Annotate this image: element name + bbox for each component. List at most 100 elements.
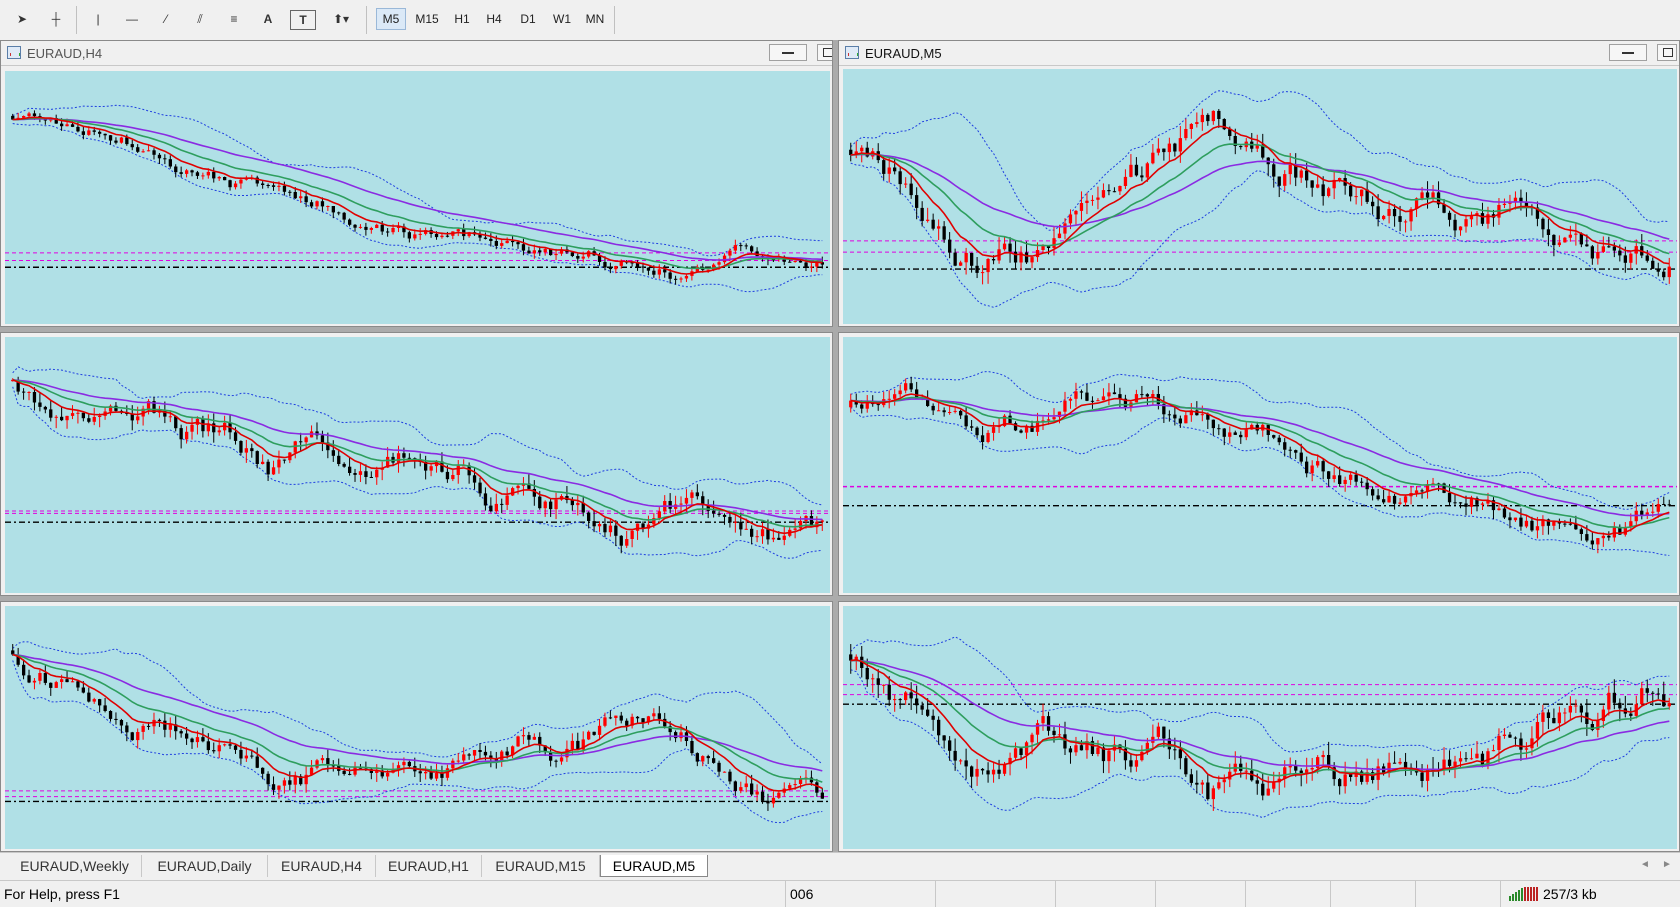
- timeframe-mn-button[interactable]: MN: [580, 8, 610, 30]
- price-chart-middle-right[interactable]: [843, 337, 1677, 593]
- candle-body: [1074, 391, 1078, 399]
- horizontal-line-icon[interactable]: —: [120, 7, 144, 31]
- chart-window-top-right[interactable]: EURAUD,M5: [838, 40, 1680, 327]
- candle-body: [1651, 511, 1655, 513]
- crosshair-icon[interactable]: ┼: [44, 7, 68, 31]
- candle-body: [1667, 504, 1671, 506]
- chart-window-bottom-right[interactable]: [838, 601, 1680, 852]
- candle-body: [679, 732, 683, 739]
- moving-average-fast[interactable]: [850, 125, 1670, 265]
- timeframe-m5-button[interactable]: M5: [376, 8, 406, 30]
- candle-body: [1601, 535, 1605, 539]
- timeframe-m15-button[interactable]: M15: [410, 8, 444, 30]
- cursor-arrow-icon[interactable]: ➤: [10, 7, 34, 31]
- candle-body: [701, 756, 705, 762]
- bollinger-upper-band[interactable]: [850, 90, 1670, 231]
- chart-window-bottom-left[interactable]: [0, 601, 833, 852]
- candle-body: [717, 513, 721, 515]
- bollinger-upper-band[interactable]: [12, 366, 823, 506]
- text-icon[interactable]: A: [256, 7, 280, 31]
- candle-body: [32, 113, 37, 117]
- arrows-dropdown-icon[interactable]: ⬆▾: [324, 7, 358, 31]
- tab-scroll-left-icon[interactable]: ◄: [1640, 859, 1650, 870]
- price-chart-bottom-left[interactable]: [5, 606, 830, 849]
- text-label-icon[interactable]: T: [290, 10, 316, 30]
- minimize-button[interactable]: [769, 44, 807, 61]
- moving-average-slow[interactable]: [850, 659, 1670, 771]
- candle-body: [1387, 495, 1391, 503]
- price-chart-middle-left[interactable]: [5, 337, 830, 593]
- candle-body: [1107, 392, 1111, 397]
- moving-average-mid[interactable]: [850, 659, 1670, 777]
- tab-euraud-daily[interactable]: EURAUD,Daily: [142, 855, 268, 877]
- moving-average-mid[interactable]: [850, 143, 1670, 255]
- candlestick-chart-svg[interactable]: [843, 606, 1677, 849]
- bollinger-lower-band[interactable]: [12, 123, 823, 293]
- bollinger-lower-band[interactable]: [12, 386, 823, 559]
- candle-body: [1107, 190, 1111, 192]
- candle-body: [614, 715, 618, 718]
- bollinger-upper-band[interactable]: [850, 370, 1670, 511]
- moving-average-fast[interactable]: [850, 658, 1670, 783]
- chart-levels: [843, 684, 1677, 705]
- candle-body: [635, 523, 640, 531]
- chart-window-top-left[interactable]: EURAUD,H4: [0, 40, 833, 327]
- candlestick-chart-svg[interactable]: [5, 71, 830, 324]
- candlestick-chart-svg[interactable]: [5, 337, 830, 593]
- candle-body: [223, 744, 227, 746]
- price-chart-top-right[interactable]: [843, 69, 1677, 324]
- tab-euraud-h1[interactable]: EURAUD,H1: [376, 855, 482, 877]
- timeframe-h4-button[interactable]: H4: [480, 8, 508, 30]
- minimize-button[interactable]: [1609, 44, 1647, 61]
- candle-body: [959, 760, 963, 762]
- timeframe-w1-button[interactable]: W1: [548, 8, 576, 30]
- chart-window-middle-right[interactable]: [838, 332, 1680, 596]
- timeframe-h1-button[interactable]: H1: [448, 8, 476, 30]
- candlestick-chart-svg[interactable]: [843, 69, 1677, 324]
- moving-average-fast[interactable]: [850, 393, 1670, 536]
- vertical-line-icon[interactable]: |: [86, 7, 110, 31]
- fibonacci-retracement-icon[interactable]: ≡: [222, 7, 246, 31]
- tab-euraud-m15[interactable]: EURAUD,M15: [482, 855, 600, 877]
- tab-scroll-right-icon[interactable]: ►: [1662, 859, 1672, 870]
- restore-button[interactable]: [1657, 44, 1677, 61]
- price-chart-bottom-right[interactable]: [843, 606, 1677, 849]
- moving-average-slow[interactable]: [850, 153, 1670, 240]
- price-chart-top-left[interactable]: [5, 71, 830, 324]
- moving-average-fast[interactable]: [12, 653, 823, 792]
- candle-body: [429, 466, 433, 471]
- tab-euraud-weekly[interactable]: EURAUD,Weekly: [8, 855, 142, 877]
- candle-body: [1343, 479, 1347, 484]
- window-titlebar[interactable]: EURAUD,H4: [1, 41, 832, 66]
- candle-body: [1156, 148, 1160, 153]
- restore-button[interactable]: [817, 44, 832, 61]
- bollinger-lower-band[interactable]: [850, 406, 1670, 556]
- moving-average-slow[interactable]: [12, 653, 823, 772]
- candle-body: [342, 212, 346, 220]
- window-titlebar[interactable]: EURAUD,M5: [839, 41, 1679, 66]
- candle-body: [467, 754, 471, 756]
- moving-average-fast[interactable]: [12, 379, 823, 535]
- moving-average-mid[interactable]: [12, 653, 823, 783]
- candle-body: [1447, 759, 1452, 766]
- candle-body: [904, 692, 908, 701]
- tab-euraud-h4[interactable]: EURAUD,H4: [268, 855, 376, 877]
- candle-body: [820, 520, 824, 522]
- tab-euraud-m5[interactable]: EURAUD,M5: [600, 855, 708, 877]
- status-connection[interactable]: 257/3 kb: [1500, 881, 1680, 907]
- moving-average-mid[interactable]: [12, 117, 823, 270]
- bollinger-lower-band[interactable]: [850, 162, 1670, 308]
- equidistant-channel-icon[interactable]: ⫽: [188, 7, 212, 31]
- moving-average-fast[interactable]: [12, 116, 823, 275]
- candle-body: [1206, 782, 1210, 800]
- candlestick-chart-svg[interactable]: [5, 606, 830, 849]
- chart-window-middle-left[interactable]: [0, 332, 833, 596]
- moving-average-slow[interactable]: [12, 379, 823, 521]
- candle-body: [195, 737, 200, 743]
- candle-body: [1651, 692, 1655, 694]
- candles: [849, 376, 1671, 554]
- candle-body: [728, 516, 732, 523]
- candlestick-chart-svg[interactable]: [843, 337, 1677, 593]
- timeframe-d1-button[interactable]: D1: [514, 8, 542, 30]
- trend-line-icon[interactable]: ⁄: [154, 7, 178, 31]
